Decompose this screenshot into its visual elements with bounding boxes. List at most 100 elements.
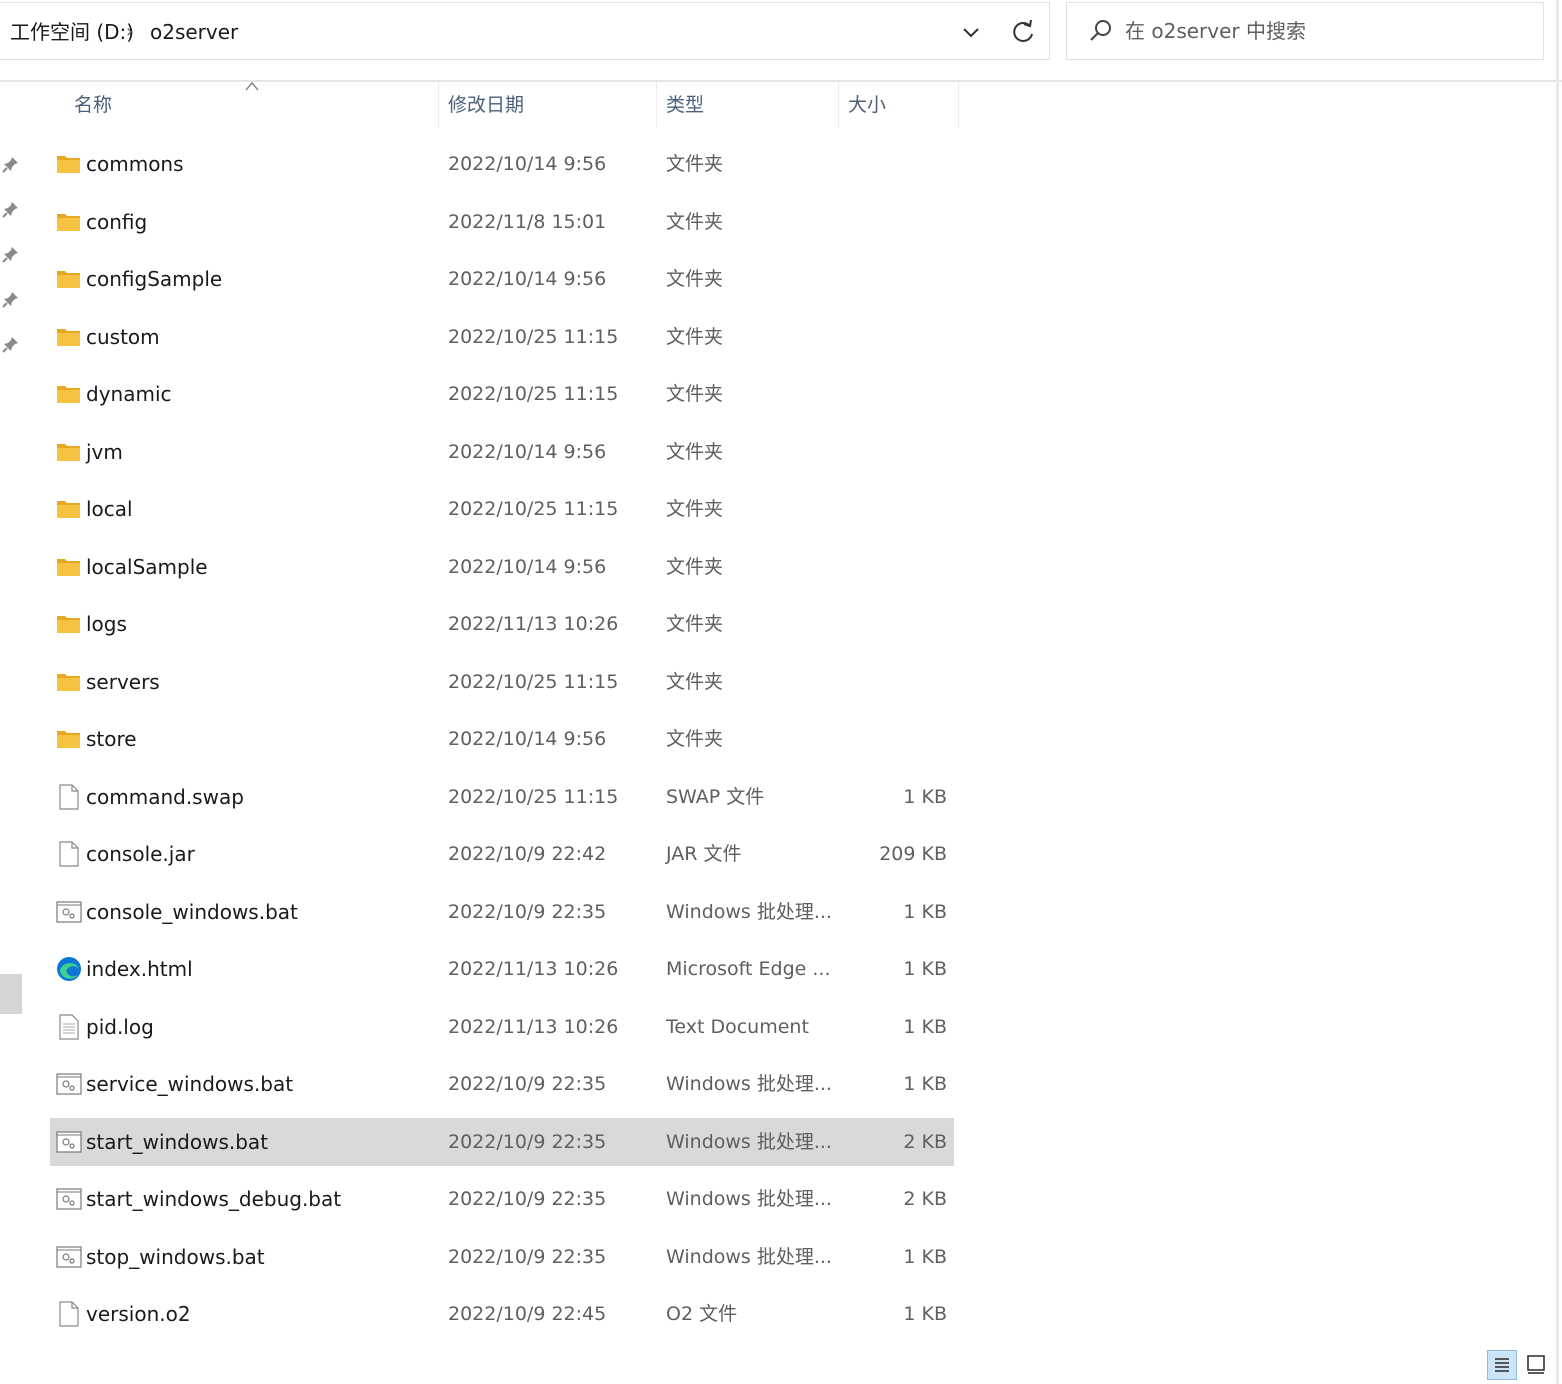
- pin-icon[interactable]: [2, 200, 20, 218]
- file-name: jvm: [86, 440, 123, 464]
- file-row[interactable]: console_windows.bat 2022/10/9 22:35 Window…: [50, 888, 954, 936]
- scrollbar-track[interactable]: [1556, 0, 1559, 1384]
- pin-icon[interactable]: [2, 245, 20, 263]
- file-name: configSample: [86, 267, 223, 291]
- file-size: 1 KB: [903, 1016, 947, 1038]
- pin-icon[interactable]: [2, 335, 20, 353]
- pin-icon[interactable]: [2, 290, 20, 308]
- pin-icon[interactable]: [2, 155, 20, 173]
- file-row[interactable]: configSample 2022/10/14 9:56 文件夹: [50, 255, 954, 303]
- column-divider[interactable]: [656, 82, 657, 128]
- file-type: 文件夹: [666, 671, 724, 693]
- toolbar: 工作空间 (D:) › o2server: [0, 0, 1562, 82]
- file-type: 文件夹: [666, 728, 724, 750]
- file-type: Windows 批处理...: [666, 1188, 832, 1210]
- file-row[interactable]: logs 2022/11/13 10:26 文件夹: [50, 600, 954, 648]
- breadcrumb-separator-icon[interactable]: ›: [126, 17, 133, 47]
- file-date: 2022/10/9 22:35: [448, 1073, 607, 1095]
- file-type: 文件夹: [666, 268, 724, 290]
- file-type: 文件夹: [666, 326, 724, 348]
- address-bar[interactable]: 工作空间 (D:) › o2server: [0, 2, 1050, 60]
- file-date: 2022/10/14 9:56: [448, 556, 607, 578]
- edge-icon: [56, 956, 82, 982]
- file-date: 2022/11/13 10:26: [448, 613, 619, 635]
- file-date: 2022/11/13 10:26: [448, 958, 619, 980]
- column-header-size[interactable]: 大小: [840, 82, 958, 128]
- file-name: console_windows.bat: [86, 900, 298, 924]
- file-date: 2022/10/14 9:56: [448, 153, 607, 175]
- nav-scrollbar-thumb[interactable]: [0, 974, 22, 1014]
- folder-icon: [56, 209, 82, 235]
- batch-file-icon: [56, 1186, 82, 1212]
- file-type: Windows 批处理...: [666, 1131, 832, 1153]
- file-type: 文件夹: [666, 498, 724, 520]
- file-row[interactable]: store 2022/10/14 9:56 文件夹: [50, 715, 954, 763]
- file-type: SWAP 文件: [666, 786, 765, 808]
- file-type: 文件夹: [666, 153, 724, 175]
- file-type: 文件夹: [666, 613, 724, 635]
- file-row[interactable]: start_windows.bat 2022/10/9 22:35 Windows …: [50, 1118, 954, 1166]
- file-row[interactable]: localSample 2022/10/14 9:56 文件夹: [50, 543, 954, 591]
- file-date: 2022/10/25 11:15: [448, 671, 619, 693]
- file-date: 2022/10/25 11:15: [448, 786, 619, 808]
- breadcrumb-drive[interactable]: 工作空间 (D:): [10, 17, 134, 47]
- file-name: start_windows_debug.bat: [86, 1187, 342, 1211]
- column-divider[interactable]: [438, 82, 439, 128]
- folder-icon: [56, 151, 82, 177]
- file-row[interactable]: config 2022/11/8 15:01 文件夹: [50, 198, 954, 246]
- folder-icon: [56, 611, 82, 637]
- file-date: 2022/10/25 11:15: [448, 326, 619, 348]
- folder-icon: [56, 439, 82, 465]
- column-header-date[interactable]: 修改日期: [440, 82, 656, 128]
- file-name: logs: [86, 612, 127, 636]
- folder-icon: [56, 266, 82, 292]
- file-date: 2022/11/13 10:26: [448, 1016, 619, 1038]
- file-type: 文件夹: [666, 556, 724, 578]
- details-view-button[interactable]: [1487, 1350, 1517, 1380]
- file-row[interactable]: index.html 2022/11/13 10:26 Microsoft Edge…: [50, 945, 954, 993]
- file-explorer-window: 工作空间 (D:) › o2server 在 o2server 中搜索 名称 修…: [0, 0, 1562, 1384]
- file-type: Windows 批处理...: [666, 901, 832, 923]
- file-row[interactable]: dynamic 2022/10/25 11:15 文件夹: [50, 370, 954, 418]
- file-name: config: [86, 210, 148, 234]
- file-type: 文件夹: [666, 211, 724, 233]
- search-box[interactable]: [1066, 2, 1544, 60]
- file-icon: [56, 784, 82, 810]
- file-date: 2022/10/14 9:56: [448, 268, 607, 290]
- column-header-type[interactable]: 类型: [658, 82, 838, 128]
- file-row[interactable]: pid.log 2022/11/13 10:26 Text Document 1 KB: [50, 1003, 954, 1051]
- file-date: 2022/10/9 22:35: [448, 1188, 607, 1210]
- column-divider[interactable]: [958, 82, 959, 128]
- chevron-down-icon[interactable]: [958, 19, 984, 45]
- folder-icon: [56, 669, 82, 695]
- column-divider[interactable]: [838, 82, 839, 128]
- file-row[interactable]: stop_windows.bat 2022/10/9 22:35 Windows 批…: [50, 1233, 954, 1281]
- file-size: 1 KB: [903, 901, 947, 923]
- file-type: Text Document: [666, 1016, 809, 1038]
- file-name: local: [86, 497, 133, 521]
- file-name: version.o2: [86, 1302, 191, 1326]
- file-row[interactable]: version.o2 2022/10/9 22:45 O2 文件 1 KB: [50, 1290, 954, 1338]
- folder-icon: [56, 381, 82, 407]
- refresh-icon[interactable]: [1008, 17, 1038, 47]
- file-name: commons: [86, 152, 184, 176]
- file-row[interactable]: command.swap 2022/10/25 11:15 SWAP 文件 1 KB: [50, 773, 954, 821]
- breadcrumb-folder[interactable]: o2server: [150, 17, 238, 47]
- batch-file-icon: [56, 1129, 82, 1155]
- column-header-name[interactable]: 名称: [66, 82, 438, 128]
- file-name: localSample: [86, 555, 208, 579]
- folder-icon: [56, 726, 82, 752]
- file-row[interactable]: start_windows_debug.bat 2022/10/9 22:35 Wi…: [50, 1175, 954, 1223]
- file-row[interactable]: service_windows.bat 2022/10/9 22:35 Window…: [50, 1060, 954, 1108]
- file-row[interactable]: servers 2022/10/25 11:15 文件夹: [50, 658, 954, 706]
- file-row[interactable]: jvm 2022/10/14 9:56 文件夹: [50, 428, 954, 476]
- file-name: start_windows.bat: [86, 1130, 269, 1154]
- tiles-view-button[interactable]: [1522, 1350, 1552, 1380]
- file-row[interactable]: console.jar 2022/10/9 22:42 JAR 文件 209 KB: [50, 830, 954, 878]
- file-size: 209 KB: [879, 843, 947, 865]
- file-row[interactable]: custom 2022/10/25 11:15 文件夹: [50, 313, 954, 361]
- file-row[interactable]: local 2022/10/25 11:15 文件夹: [50, 485, 954, 533]
- search-input[interactable]: [1125, 15, 1525, 47]
- file-size: 1 KB: [903, 1303, 947, 1325]
- file-row[interactable]: commons 2022/10/14 9:56 文件夹: [50, 140, 954, 188]
